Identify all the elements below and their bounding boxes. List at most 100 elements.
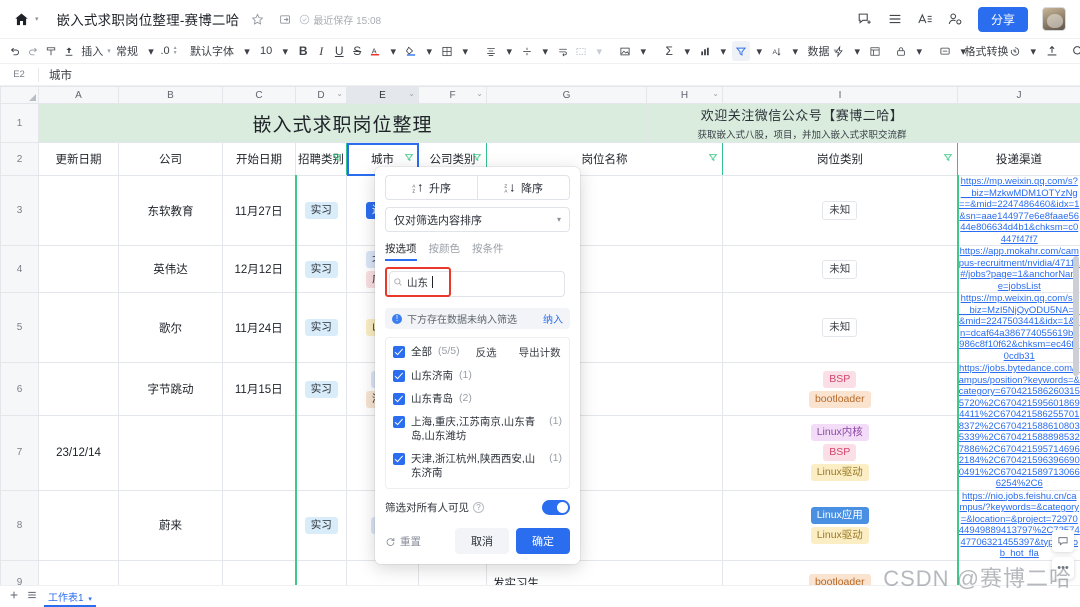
cell-update-date[interactable] bbox=[38, 361, 119, 417]
cell-recruit-type[interactable]: 实习 bbox=[294, 245, 347, 293]
cell-job-category[interactable]: Linux内核 BSP Linux驱动 bbox=[722, 415, 958, 491]
sort-ascending-button[interactable]: AZ 升序 bbox=[386, 176, 477, 199]
sort-chevron-icon[interactable]: ▾ bbox=[786, 41, 804, 61]
filter-icon[interactable] bbox=[404, 153, 414, 166]
reset-button[interactable]: 重置 bbox=[385, 534, 421, 549]
apply-link[interactable]: https://jobs.bytedance.com/campus/positi… bbox=[960, 363, 1080, 489]
column-D-dropdown-icon[interactable]: ⌄ bbox=[336, 89, 343, 98]
cell-apply-channel[interactable]: https://mp.weixin.qq.com/s?__biz=MzkwMDM… bbox=[956, 175, 1080, 246]
cell-recruit-type[interactable] bbox=[294, 415, 347, 491]
column-F-dropdown-icon[interactable]: ⌄ bbox=[476, 89, 483, 98]
row-header-5[interactable]: 5 bbox=[0, 292, 39, 363]
cell-start-date[interactable]: 11月15日 bbox=[222, 361, 296, 417]
filter-icon[interactable] bbox=[732, 41, 751, 61]
apply-link[interactable]: https://mp.weixin.qq.com/s?__biz=MzkwMDM… bbox=[960, 177, 1080, 245]
menu-icon[interactable] bbox=[882, 6, 908, 32]
cell-start-date[interactable]: 12月12日 bbox=[222, 245, 296, 293]
number-format-select[interactable]: 常规 bbox=[112, 43, 142, 59]
header-recruit-type[interactable]: 招聘类别 bbox=[295, 142, 347, 176]
cell-apply-channel[interactable]: https://mp.weixin.qq.com/s?__biz=MzI5NjQ… bbox=[956, 292, 1080, 363]
cell-company[interactable]: 蔚来 bbox=[118, 489, 223, 561]
cell-job-category[interactable]: BSP bootloader bbox=[722, 361, 958, 417]
cell-recruit-type[interactable]: 实习 bbox=[294, 292, 347, 363]
font-size-chevron-icon[interactable]: ▾ bbox=[276, 41, 294, 61]
comment-icon[interactable] bbox=[1052, 530, 1074, 552]
italic-button[interactable]: I bbox=[312, 41, 330, 61]
insert-button[interactable]: 插入 ▾ bbox=[81, 41, 111, 61]
undo-icon[interactable] bbox=[6, 41, 24, 61]
visible-to-all-toggle[interactable] bbox=[542, 500, 570, 515]
column-header-F[interactable]: F ⌄ bbox=[418, 86, 487, 104]
row-header-7[interactable]: 7 bbox=[0, 415, 39, 491]
apply-link[interactable]: https://mp.weixin.qq.com/s?__biz=MzI5NjQ… bbox=[960, 294, 1080, 362]
list-item[interactable]: 山东济南 (1) bbox=[393, 369, 562, 383]
pivot-table-icon[interactable] bbox=[866, 41, 884, 61]
column-header-C[interactable]: C bbox=[222, 86, 296, 104]
cell-recruit-type[interactable]: 实习 bbox=[294, 489, 347, 561]
column-header-D[interactable]: D ⌄ bbox=[295, 86, 347, 104]
data-menu[interactable]: 数据 ▾ bbox=[808, 41, 838, 61]
sum-icon[interactable]: Σ bbox=[660, 41, 678, 61]
cell-start-date[interactable] bbox=[222, 489, 296, 561]
star-icon[interactable] bbox=[247, 9, 267, 29]
share-button[interactable]: 分享 bbox=[977, 6, 1028, 32]
font-name-select[interactable]: 默认字体 bbox=[186, 43, 238, 59]
chart-chevron-icon[interactable]: ▾ bbox=[714, 41, 732, 61]
tab-by-option[interactable]: 按选项 bbox=[385, 241, 417, 261]
row-header-1[interactable]: 1 bbox=[0, 103, 39, 143]
row-header-8[interactable]: 8 bbox=[0, 489, 39, 561]
filter-option-all[interactable]: 全部 (5/5) 反选 导出计数 bbox=[393, 345, 562, 360]
home-icon[interactable] bbox=[10, 8, 32, 30]
filter-icon[interactable] bbox=[708, 153, 718, 166]
column-header-E[interactable]: E ⌄ bbox=[346, 86, 419, 104]
export-count-button[interactable]: 导出计数 bbox=[519, 345, 561, 360]
cell-apply-channel[interactable]: https://jobs.bytedance.com/campus/positi… bbox=[956, 362, 1080, 491]
header-company[interactable]: 公司 bbox=[118, 142, 223, 176]
move-to-icon[interactable] bbox=[275, 9, 295, 29]
filter-icon[interactable] bbox=[332, 153, 342, 166]
sort-scope-select[interactable]: 仅对筛选内容排序 ▾ bbox=[385, 207, 570, 232]
name-box[interactable]: E2 bbox=[0, 69, 38, 80]
add-sheet-icon[interactable] bbox=[8, 589, 20, 604]
apply-link[interactable]: https://app.mokahr.com/campus-recruitmen… bbox=[960, 247, 1080, 292]
format-convert-button[interactable]: 格式转换 ▾ bbox=[965, 41, 1017, 61]
sheet-menu-icon[interactable] bbox=[26, 589, 38, 604]
stepper-icon[interactable]: ▲ ▼ bbox=[173, 46, 178, 56]
bold-button[interactable]: B bbox=[294, 41, 312, 61]
history-icon[interactable] bbox=[1006, 41, 1024, 61]
valign-icon[interactable] bbox=[518, 41, 536, 61]
cell-update-date[interactable] bbox=[38, 489, 119, 561]
align-icon[interactable] bbox=[482, 41, 500, 61]
cell-company[interactable]: 英伟达 bbox=[118, 245, 223, 293]
row-header-2[interactable]: 2 bbox=[0, 142, 39, 176]
chevron-down-icon[interactable]: ▾ bbox=[107, 47, 111, 55]
more-icon[interactable]: ••• bbox=[1052, 557, 1074, 579]
filter-chevron-icon[interactable]: ▾ bbox=[750, 41, 768, 61]
cell-company[interactable]: 字节跳动 bbox=[118, 361, 223, 417]
cell-recruit-type[interactable]: 实习 bbox=[294, 175, 347, 246]
borders-icon[interactable] bbox=[438, 41, 456, 61]
document-title[interactable]: 嵌入式求职岗位整理-赛博二哈 bbox=[57, 9, 240, 29]
cell-job-category[interactable]: 未知 bbox=[722, 292, 958, 363]
smart-fill-chevron-icon[interactable]: ▾ bbox=[848, 41, 866, 61]
chevron-down-icon[interactable]: ▾ bbox=[88, 596, 92, 603]
column-header-B[interactable]: B bbox=[118, 86, 223, 104]
help-icon[interactable]: ? bbox=[473, 502, 484, 513]
decimal-stepper[interactable]: .0 ▲ ▼ bbox=[160, 41, 178, 61]
vertical-scrollbar[interactable] bbox=[1073, 256, 1079, 376]
sheet-tab[interactable]: 工作表1 ▾ bbox=[44, 587, 96, 607]
column-header-J[interactable]: J bbox=[957, 86, 1080, 104]
cell-company[interactable]: 东软教育 bbox=[118, 175, 223, 246]
cell-company[interactable] bbox=[118, 415, 223, 491]
checkbox[interactable] bbox=[393, 416, 405, 428]
home-dropdown-icon[interactable]: ▾ bbox=[35, 15, 39, 23]
header-apply-channel[interactable]: 投递渠道 bbox=[957, 142, 1080, 176]
cell-job-category[interactable]: 未知 bbox=[722, 245, 958, 293]
tab-by-color[interactable]: 按颜色 bbox=[429, 241, 461, 261]
font-size-select[interactable]: 10 bbox=[256, 45, 276, 57]
header-update-date[interactable]: 更新日期 bbox=[38, 142, 119, 176]
column-header-H[interactable]: H ⌄ bbox=[646, 86, 723, 104]
comment-add-icon[interactable] bbox=[852, 6, 878, 32]
export-icon[interactable] bbox=[1042, 41, 1062, 61]
merge-cells-icon[interactable] bbox=[572, 41, 590, 61]
